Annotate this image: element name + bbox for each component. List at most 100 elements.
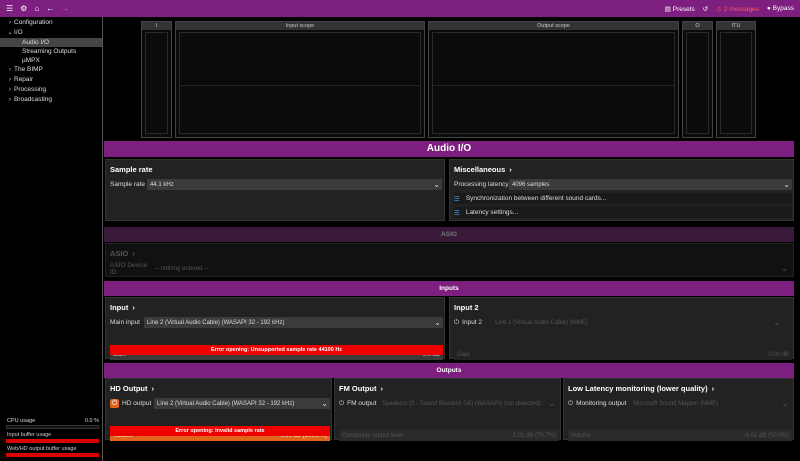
chevron-down-icon: ⌄ bbox=[781, 264, 788, 273]
chevron-right-icon: › bbox=[9, 87, 11, 93]
chevron-down-icon: ⌄ bbox=[781, 399, 789, 408]
settings-icon[interactable]: ⚙ bbox=[20, 4, 27, 13]
bypass-button[interactable]: ● Bypass bbox=[767, 5, 794, 12]
list-icon: ☰ bbox=[454, 195, 460, 203]
chevron-down-icon: ⌄ bbox=[548, 399, 556, 408]
tree-item[interactable]: ⌄I/O bbox=[0, 28, 102, 38]
tree-item-label: Broadcasting bbox=[14, 96, 52, 103]
power-icon[interactable]: ⏻ bbox=[339, 400, 344, 408]
cpu-usage-value: 0.0 % bbox=[84, 418, 99, 424]
tree-item[interactable]: › The BIMP bbox=[0, 65, 102, 75]
hd-output-label: HD output bbox=[122, 400, 152, 407]
tree-item[interactable]: Audio I/O bbox=[0, 38, 102, 47]
low-latency-title[interactable]: Low Latency monitoring (lower quality) › bbox=[568, 384, 789, 393]
chevron-right-icon: › bbox=[132, 249, 135, 258]
input2-select[interactable]: Line 1 (Virtual Audio Cable) (MME) ⌄ bbox=[492, 317, 783, 328]
chevron-right-icon: › bbox=[711, 384, 715, 393]
tree-item-label: Audio I/O bbox=[22, 39, 50, 46]
input-meter: I bbox=[141, 21, 172, 138]
input2-gain-slider[interactable]: Gain 0.00 dB bbox=[454, 349, 792, 360]
outputs-section-header: Outputs bbox=[104, 363, 794, 378]
bypass-icon: ● bbox=[766, 5, 771, 12]
output-buffer-bar bbox=[6, 453, 99, 457]
input2-title: Input 2 bbox=[454, 303, 479, 312]
cpu-usage-label: CPU usage bbox=[7, 418, 36, 424]
presets-label: Presets bbox=[672, 5, 695, 13]
power-icon[interactable]: ⏻ bbox=[110, 399, 119, 408]
input-scope-title: Input scope bbox=[176, 22, 424, 30]
input2-value: Line 1 (Virtual Audio Cable) (MME) bbox=[495, 319, 588, 326]
latency-settings-label: Latency settings... bbox=[465, 209, 519, 216]
input-title-label: Input bbox=[110, 303, 129, 312]
misc-panel: Miscellaneous › Processing latency 4096 s… bbox=[449, 159, 794, 221]
latency-select[interactable]: 4096 samples ⌄ bbox=[509, 179, 792, 190]
tree-item[interactable]: µMPX bbox=[0, 56, 102, 65]
main-input-value: Line 2 (Virtual Audio Cable) (WASAPI 32 … bbox=[147, 319, 285, 326]
fm-output-title[interactable]: FM Output › bbox=[339, 384, 556, 393]
tree-item-label: The BIMP bbox=[14, 66, 43, 73]
back-icon[interactable]: ← bbox=[46, 4, 54, 13]
tree-item[interactable]: › Configuration bbox=[0, 18, 102, 28]
misc-title[interactable]: Miscellaneous › bbox=[454, 165, 789, 174]
itu-meter-title: ITU bbox=[717, 22, 755, 30]
latency-settings-button[interactable]: ☰ Latency settings... bbox=[454, 207, 792, 218]
chevron-right-icon: › bbox=[151, 384, 155, 393]
latency-label: Processing latency bbox=[454, 181, 509, 188]
power-icon[interactable]: ⏻ bbox=[454, 319, 459, 327]
chevron-right-icon: › bbox=[509, 165, 512, 174]
input2-label: Input 2 bbox=[462, 319, 483, 326]
asio-panel: ASIO › ASIO Device ID -- nothing entered … bbox=[105, 243, 794, 277]
chevron-right-icon: › bbox=[132, 303, 135, 312]
monitoring-output-value: Microsoft Sound Mapper (MME) bbox=[633, 400, 719, 407]
tree-item[interactable]: › Processing bbox=[0, 85, 102, 95]
sync-label: Synchronization between different sound … bbox=[465, 195, 607, 202]
asio-device-label: ASIO Device ID bbox=[110, 261, 148, 276]
presets-button[interactable]: ▤ Presets bbox=[665, 5, 695, 13]
list-icon: ☰ bbox=[454, 209, 460, 217]
chevron-down-icon: ⌄ bbox=[773, 318, 781, 327]
chevron-down-icon: ⌄ bbox=[321, 399, 328, 408]
fm-output-select[interactable]: Speakers (2 - Sound BlasterX G6) (WASAPI… bbox=[379, 398, 558, 409]
tree-item-label: Processing bbox=[14, 86, 47, 93]
hd-output-title[interactable]: HD Output › bbox=[110, 384, 327, 393]
chevron-down-icon: ⌄ bbox=[434, 318, 441, 327]
main-input-select[interactable]: Line 2 (Virtual Audio Cable) (WASAPI 32 … bbox=[144, 317, 443, 328]
tree-item[interactable]: › Repair bbox=[0, 75, 102, 85]
tree-item-label: µMPX bbox=[22, 57, 40, 64]
home-icon[interactable]: ⌂ bbox=[34, 4, 39, 13]
input-buffer-label: Input buffer usage bbox=[7, 432, 52, 438]
input-buffer-bar bbox=[6, 439, 99, 443]
chevron-down-icon: ⌄ bbox=[7, 30, 13, 36]
hd-output-select[interactable]: Line 2 (Virtual Audio Cable) (WASAPI 32 … bbox=[154, 398, 330, 409]
asio-title[interactable]: ASIO › bbox=[110, 249, 789, 258]
sample-rate-value: 44.1 kHz bbox=[150, 181, 174, 188]
sample-rate-label: Sample rate bbox=[110, 181, 146, 188]
fm-level-slider[interactable]: Composite output level 1.01 dB (70.7%) bbox=[339, 430, 559, 441]
sample-rate-title: Sample rate bbox=[110, 165, 153, 174]
output-scope-title: Output scope bbox=[429, 22, 678, 30]
forward-icon[interactable]: → bbox=[61, 4, 69, 13]
monitoring-volume-slider[interactable]: Volume -6.02 dB (50.0%) bbox=[568, 430, 792, 441]
chevron-down-icon: ⌄ bbox=[783, 180, 790, 189]
input-scope: Input scope bbox=[175, 21, 425, 138]
asio-device-select[interactable]: -- nothing entered -- ⌄ bbox=[152, 263, 790, 274]
page-title: Audio I/O bbox=[104, 141, 794, 157]
fm-output-value: Speakers (2 - Sound BlasterX G6) (WASAPI… bbox=[382, 400, 541, 407]
messages-button[interactable]: ⚠ 2 messages bbox=[716, 5, 759, 13]
undo-icon[interactable]: ↺ bbox=[703, 5, 708, 13]
nav-tree: › Configuration ⌄I/O Audio I/O Streaming Out… bbox=[0, 17, 102, 105]
input-title[interactable]: Input › bbox=[110, 303, 440, 312]
usage-meters: CPU usage 0.0 % Input buffer usage Web/H… bbox=[0, 418, 103, 457]
level-label: Composite output level bbox=[342, 432, 404, 439]
sample-rate-select[interactable]: 44.1 kHz ⌄ bbox=[147, 179, 442, 190]
menu-icon[interactable]: ☰ bbox=[6, 4, 13, 13]
chevron-right-icon: › bbox=[9, 97, 11, 103]
output-buffer-label: Web/HD output buffer usage bbox=[7, 446, 77, 452]
tree-item[interactable]: › Broadcasting bbox=[0, 95, 102, 105]
misc-title-label: Miscellaneous bbox=[454, 165, 506, 174]
power-icon[interactable]: ⏻ bbox=[568, 400, 573, 408]
asio-section-header: ASIO bbox=[104, 227, 794, 242]
sync-button[interactable]: ☰ Synchronization between different sound… bbox=[454, 193, 792, 204]
monitoring-output-select[interactable]: Microsoft Sound Mapper (MME) ⌄ bbox=[630, 398, 791, 409]
tree-item[interactable]: Streaming Outputs bbox=[0, 47, 102, 56]
